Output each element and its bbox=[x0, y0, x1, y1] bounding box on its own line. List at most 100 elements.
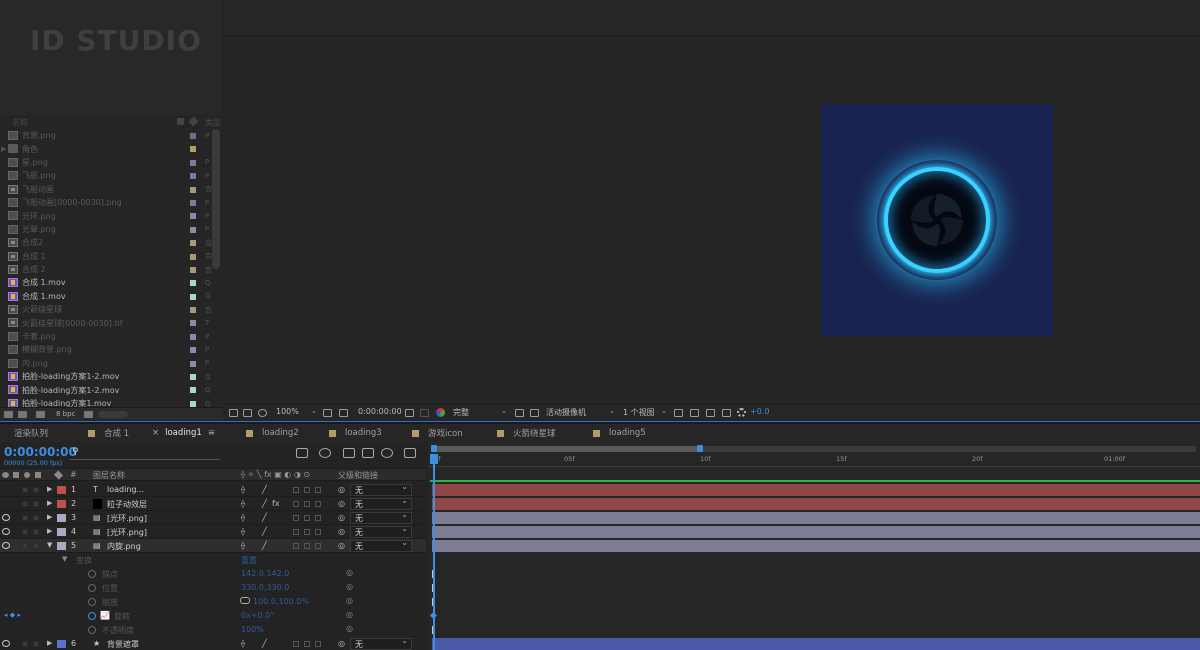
project-item[interactable]: 拍脸-loading方案1-2.mov Q bbox=[0, 370, 212, 383]
shy-switch-icon[interactable]: ⟠ bbox=[241, 513, 245, 522]
work-area-end-handle[interactable] bbox=[697, 445, 703, 452]
lock-toggle[interactable] bbox=[33, 487, 39, 493]
layer-row[interactable]: ▶ 3 ▤ [光环.png] ⟠ ╱ ◎ 无 bbox=[0, 510, 426, 525]
property-value[interactable]: 100.0,100.0% bbox=[253, 597, 309, 606]
solo-icon[interactable] bbox=[24, 472, 30, 478]
panel-menu-icon[interactable]: ≡ bbox=[208, 428, 215, 438]
label-color-swatch[interactable] bbox=[190, 266, 196, 273]
color-channel-icon[interactable] bbox=[436, 408, 445, 417]
label-color-swatch[interactable] bbox=[190, 173, 196, 180]
property-value[interactable]: 142.0,142.0 bbox=[241, 569, 289, 578]
solo-toggle[interactable] bbox=[22, 501, 28, 507]
label-color-swatch[interactable] bbox=[190, 186, 196, 193]
parent-link-header[interactable]: 父级和链接 bbox=[338, 470, 378, 481]
label-color-swatch[interactable] bbox=[190, 226, 196, 233]
new-folder-icon[interactable] bbox=[18, 411, 27, 418]
project-item[interactable]: 内.png P bbox=[0, 357, 212, 370]
visibility-eye-icon[interactable] bbox=[2, 528, 10, 535]
close-icon[interactable]: × bbox=[152, 428, 159, 438]
pick-whip-icon[interactable]: ◎ bbox=[338, 513, 345, 522]
label-color-swatch[interactable] bbox=[190, 293, 196, 300]
graph-icon[interactable]: 📈 bbox=[100, 611, 110, 620]
tab-8[interactable]: loading5 bbox=[593, 424, 646, 442]
label-column-icon[interactable] bbox=[177, 118, 184, 125]
layer-duration-bar[interactable] bbox=[432, 484, 1200, 496]
layer-number-header[interactable]: # bbox=[70, 470, 77, 479]
type-column-header[interactable]: 类型 bbox=[205, 117, 221, 128]
layer-duration-bar[interactable] bbox=[432, 512, 1200, 524]
parent-select[interactable]: 无 bbox=[350, 510, 412, 524]
pick-whip-icon[interactable]: ◎ bbox=[338, 541, 345, 550]
motion-blur-switch[interactable] bbox=[304, 529, 310, 535]
layer-duration-bar[interactable] bbox=[432, 638, 1200, 650]
property-value[interactable]: 330.0,330.0 bbox=[241, 583, 289, 592]
project-item[interactable]: 飞船动画[0000-0030].png P bbox=[0, 196, 212, 209]
zoom-select[interactable]: 100% bbox=[276, 407, 299, 416]
snapshot-camera-icon[interactable] bbox=[405, 409, 414, 417]
pick-whip-icon[interactable]: ◎ bbox=[346, 624, 353, 633]
project-item[interactable]: ▶ 角色 bbox=[0, 142, 212, 155]
timeline-icon[interactable] bbox=[706, 409, 715, 417]
always-preview-icon[interactable] bbox=[229, 409, 238, 417]
frame-blend-switch[interactable] bbox=[293, 641, 299, 647]
layer-label-color[interactable] bbox=[57, 514, 66, 522]
quality-switch-icon[interactable]: ╱ bbox=[262, 499, 267, 508]
pick-whip-icon[interactable]: ◎ bbox=[346, 582, 353, 591]
frame-blending-icon[interactable] bbox=[362, 448, 374, 458]
quality-switch-icon[interactable]: ╱ bbox=[262, 485, 267, 494]
collapse-triangle-icon[interactable]: ▼ bbox=[62, 555, 67, 563]
shy-switch-icon[interactable]: ⟠ bbox=[241, 499, 245, 508]
tab-3[interactable]: × loading1 ≡ bbox=[152, 424, 215, 442]
constrain-proportions-icon[interactable] bbox=[240, 597, 250, 604]
quality-switch-icon[interactable]: ╱ bbox=[262, 527, 267, 536]
project-item[interactable]: 拍脸-loading方案1-2.mov Q bbox=[0, 383, 212, 396]
parent-select[interactable]: 无 bbox=[350, 636, 412, 650]
solo-toggle[interactable] bbox=[22, 641, 28, 647]
layer-name[interactable]: [光环.png] bbox=[107, 513, 147, 524]
work-area-range[interactable] bbox=[432, 446, 700, 452]
expand-triangle-icon[interactable]: ▶ bbox=[47, 639, 52, 647]
playhead-handle[interactable] bbox=[430, 454, 438, 464]
monitor-icon[interactable] bbox=[243, 409, 252, 417]
layer-row[interactable]: ▶ 1 Tloading... ⟠ ╱ ◎ 无 bbox=[0, 482, 426, 497]
project-item[interactable]: 合成2 合 bbox=[0, 236, 212, 249]
label-color-swatch[interactable] bbox=[190, 333, 196, 340]
motion-blur-switch[interactable] bbox=[304, 501, 310, 507]
frame-blend-switch[interactable] bbox=[293, 501, 299, 507]
expand-triangle-icon[interactable]: ▶ bbox=[47, 527, 52, 535]
interpret-footage-icon[interactable] bbox=[4, 411, 13, 418]
motion-blur-switch[interactable] bbox=[304, 641, 310, 647]
pick-whip-icon[interactable]: ◎ bbox=[346, 610, 353, 619]
composition-canvas[interactable] bbox=[821, 104, 1053, 336]
project-item[interactable]: 火箭绕星球 合 bbox=[0, 303, 212, 316]
project-item[interactable]: 合成 1 合 bbox=[0, 250, 212, 263]
name-column-header[interactable]: 名称 bbox=[12, 117, 28, 128]
quality-switch-icon[interactable]: ╱ bbox=[262, 639, 267, 648]
label-color-swatch[interactable] bbox=[190, 400, 196, 407]
region-of-interest-icon[interactable] bbox=[515, 409, 524, 417]
layer-duration-bar[interactable] bbox=[432, 498, 1200, 510]
draft-3d-icon[interactable] bbox=[319, 448, 331, 458]
layer-label-color[interactable] bbox=[57, 542, 66, 550]
layer-label-color[interactable] bbox=[57, 640, 66, 648]
lock-toggle[interactable] bbox=[33, 529, 39, 535]
label-color-swatch[interactable] bbox=[190, 374, 196, 381]
collapse-triangle-icon[interactable]: ▼ bbox=[47, 541, 52, 549]
timeline-current-time[interactable]: 0:00:00:00 bbox=[4, 445, 77, 459]
tab-1[interactable]: 渲染队列 bbox=[14, 424, 48, 442]
project-item[interactable]: 卡套.png P bbox=[0, 330, 212, 343]
time-ruler[interactable]: 0f05f10f15f20f01:00f bbox=[428, 455, 1200, 467]
layer-label-color[interactable] bbox=[57, 528, 66, 536]
motion-blur-icon[interactable] bbox=[381, 448, 393, 458]
tab-6[interactable]: 游戏icon bbox=[412, 424, 463, 442]
stopwatch-icon[interactable] bbox=[88, 626, 96, 634]
label-color-swatch[interactable] bbox=[190, 159, 196, 166]
layer-row[interactable]: ▶ 6 ★ 背景遮罩 ⟠ ╱ ◎ 无 bbox=[0, 636, 426, 650]
layer-name[interactable]: 内旋.png bbox=[107, 541, 141, 552]
pick-whip-icon[interactable]: ◎ bbox=[346, 596, 353, 605]
expand-triangle-icon[interactable]: ▶ bbox=[47, 513, 52, 521]
visibility-eye-icon[interactable] bbox=[2, 514, 10, 521]
fast-previews-icon[interactable] bbox=[690, 409, 699, 417]
current-time-display[interactable]: 0:00:00:00 bbox=[358, 407, 402, 416]
toggle-pixel-aspect-icon[interactable] bbox=[674, 409, 683, 417]
